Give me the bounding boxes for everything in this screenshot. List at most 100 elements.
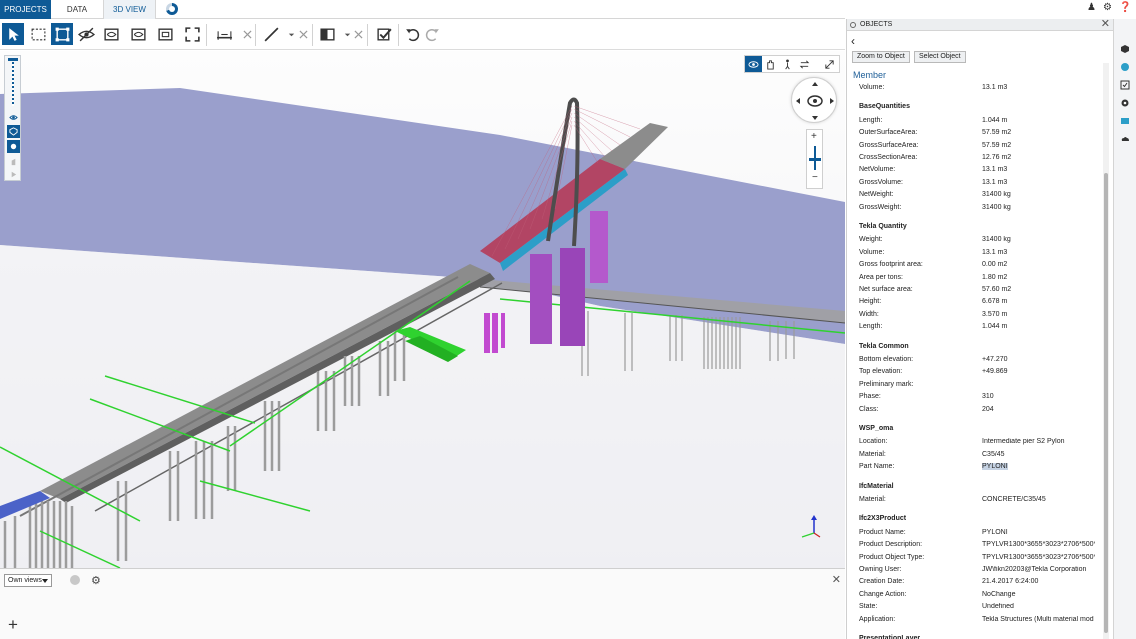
property-value[interactable]: 31400 kg [982,191,1095,198]
gear-icon[interactable]: ⚙ [1103,2,1112,13]
clip-plane-icon[interactable] [316,23,338,45]
cube-icon[interactable] [1119,43,1131,55]
property-value[interactable]: NoChange [982,591,1095,598]
gear-icon[interactable]: ⚙ [91,574,101,587]
tab-projects[interactable]: PROJECTS [0,0,51,19]
play-icon[interactable] [7,168,20,181]
selected-text[interactable]: PYLONI [982,463,1008,471]
close-clip-icon[interactable] [347,23,369,45]
hide-icon[interactable] [75,23,97,45]
fit-all-icon[interactable] [181,23,203,45]
property-value[interactable]: 57.59 m2 [982,142,1095,149]
cloud-icon[interactable] [1119,133,1131,145]
select-arrow-icon[interactable] [2,23,24,45]
bug-icon[interactable] [7,140,20,153]
pan-hand-icon[interactable] [762,56,779,72]
property-value[interactable]: 13.1 m3 [982,179,1095,186]
navigation-compass[interactable] [791,77,837,123]
shield-icon[interactable] [7,125,20,138]
property-value[interactable]: 1.80 m2 [982,274,1095,281]
property-value[interactable]: 1.044 m [982,117,1095,124]
close-line-icon[interactable] [292,23,314,45]
close-icon[interactable]: ✕ [1101,18,1110,30]
property-value[interactable]: 13.1 m3 [982,84,1095,91]
hand-icon[interactable] [7,155,20,168]
property-value[interactable]: 13.1 m3 [982,166,1095,173]
measure-icon[interactable] [213,23,235,45]
property-value[interactable]: 0.00 m2 [982,261,1095,268]
orbit-icon[interactable] [745,56,762,72]
eye-icon[interactable] [7,111,20,124]
user-icon[interactable]: ♟ [1087,2,1096,13]
property-value[interactable]: CONCRETE/C35/45 [982,496,1095,503]
select-object-button[interactable]: Select Object [914,51,966,63]
add-view-icon[interactable]: + [8,616,18,633]
walk-icon[interactable] [779,56,796,72]
property-value[interactable]: 6.678 m [982,298,1095,305]
section-icon[interactable] [127,23,149,45]
property-key: Bottom elevation: [859,356,914,363]
property-key: Product Name: [859,528,906,536]
zoom-out-icon[interactable]: − [812,172,818,183]
views-panel: Own views ⚙ ✕ + [0,568,845,639]
own-views-select[interactable]: Own views [4,574,52,587]
fit-select-icon[interactable] [51,23,73,45]
clipping-slider[interactable] [4,55,21,181]
back-chevron-icon[interactable]: ‹ [851,34,855,48]
zoom-in-icon[interactable]: + [811,131,817,142]
property-value[interactable]: 12.76 m2 [982,154,1095,161]
property-value[interactable]: JW\fikn20203@Tekla Corporation [982,566,1095,573]
clip-icon[interactable] [100,23,122,45]
property-key: Net surface area: [859,286,913,293]
property-value[interactable]: 310 [982,393,1095,400]
property-value[interactable]: 3.570 m [982,311,1095,318]
objects-title: OBJECTS [860,21,893,28]
property-value[interactable]: 13.1 m3 [982,249,1095,256]
property-key: Weight: [859,236,883,244]
property-key: Owning User: [859,566,902,573]
close-icon[interactable]: ✕ [832,573,841,586]
zoom-to-object-button[interactable]: Zoom to Object [852,51,910,63]
property-value[interactable]: Tekla Structures (Multi material mod [982,616,1095,623]
play-icon[interactable] [70,575,80,585]
checklist-icon[interactable] [1119,79,1131,91]
property-value[interactable]: TPYLVR1300*3655*3023*2706*500*75 [982,541,1095,548]
scrollbar[interactable] [1103,63,1109,639]
property-value[interactable]: Intermediate pier S2 Pylon [982,438,1095,445]
globe-icon[interactable] [1119,61,1131,73]
box-select-icon[interactable] [27,23,49,45]
3d-viewport[interactable]: + − [0,51,845,568]
help-icon[interactable]: ❓ [1119,2,1131,13]
property-value[interactable]: 57.59 m2 [982,129,1095,136]
scrollbar-thumb[interactable] [1104,173,1108,633]
swap-icon[interactable] [796,56,813,72]
property-value[interactable]: 57.60 m2 [982,286,1095,293]
property-value[interactable]: 31400 kg [982,236,1095,243]
tab-data[interactable]: DATA [52,0,102,19]
property-value[interactable]: TPYLVR1300*3655*3023*2706*500*75 [982,554,1095,561]
undo-icon[interactable] [401,23,423,45]
property-value[interactable]: Undefined [982,603,1095,610]
zoom-knob[interactable] [809,158,821,161]
property-value[interactable]: PYLONI [982,463,1095,471]
property-value[interactable]: +47.270 [982,356,1095,363]
property-key: NetWeight: [859,191,894,199]
property-value[interactable]: 1.044 m [982,323,1095,330]
property-value[interactable]: PYLONI [982,529,1095,536]
image-icon[interactable] [1119,115,1131,127]
expand-icon[interactable] [821,56,838,72]
property-value[interactable]: 31400 kg [982,204,1095,211]
property-value[interactable]: 204 [982,406,1095,413]
tab-3d-view[interactable]: 3D VIEW [103,0,156,19]
bridge-model-scene[interactable] [0,51,845,568]
settings-icon[interactable] [1119,97,1131,109]
line-icon[interactable] [260,23,282,45]
property-value[interactable]: 21.4.2017 6:24:00 [982,578,1095,585]
property-value[interactable]: +49.869 [982,368,1095,375]
zoom-slider[interactable]: + − [806,129,823,189]
property-value[interactable]: C35/45 [982,451,1095,458]
approve-icon[interactable] [373,23,395,45]
view-icon[interactable] [154,23,176,45]
redo-icon[interactable] [421,23,443,45]
slider-knob[interactable] [8,58,18,61]
